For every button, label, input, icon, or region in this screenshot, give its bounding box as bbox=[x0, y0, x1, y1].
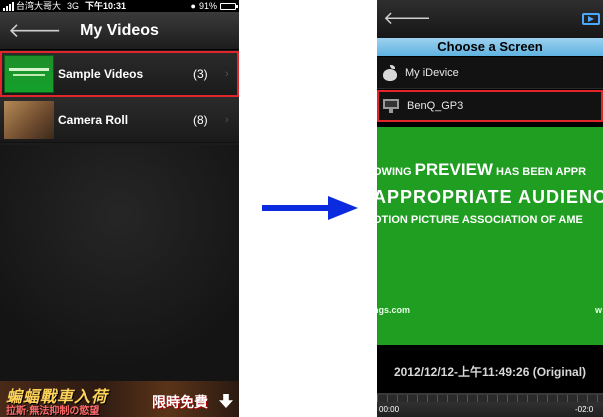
video-folder-list: Sample Videos (3) › Camera Roll (8) › bbox=[0, 51, 239, 143]
battery-percent: 91% bbox=[198, 1, 217, 11]
clock: 下午10:31 bbox=[85, 1, 127, 11]
video-text-line-3: OTION PICTURE ASSOCIATION OF AME bbox=[377, 214, 583, 226]
network-type: 3G bbox=[67, 1, 80, 11]
folder-label: Sample Videos bbox=[58, 66, 144, 81]
battery-icon bbox=[220, 2, 238, 10]
device-label: My iDevice bbox=[405, 66, 459, 79]
apple-icon bbox=[383, 64, 397, 81]
transition-arrow-icon bbox=[262, 196, 358, 220]
right-phone-screen: 🡐 Choose a Screen My iDevice BenQ_GP3 OW… bbox=[377, 0, 603, 417]
choose-screen-header: Choose a Screen bbox=[377, 38, 603, 56]
download-arrow-icon bbox=[219, 394, 233, 408]
sample-videos-thumbnail bbox=[4, 54, 54, 93]
video-text-line-1: OWING PREVIEW HAS BEEN APPR bbox=[377, 160, 587, 179]
video-frame[interactable]: OWING PREVIEW HAS BEEN APPR APPROPRIATE … bbox=[377, 127, 603, 345]
ad-subtext: 拉斯·無法抑制の慾望 bbox=[6, 406, 100, 417]
nav-bar: 🡐 My Videos bbox=[0, 12, 239, 50]
folder-row-camera-roll[interactable]: Camera Roll (8) › bbox=[0, 97, 239, 143]
status-bar: 台湾大哥大 3G 下午10:31 ● 91% bbox=[0, 0, 239, 12]
monitor-icon bbox=[383, 99, 399, 113]
video-link-right: w bbox=[595, 305, 603, 315]
folder-count: (3) bbox=[193, 66, 208, 81]
page-title: My Videos bbox=[80, 22, 159, 39]
elapsed-time: 00:00 bbox=[379, 405, 400, 414]
remaining-time: -02:0 bbox=[575, 405, 594, 414]
carrier-name: 台湾大哥大 bbox=[16, 1, 62, 11]
device-row-my-idevice[interactable]: My iDevice bbox=[377, 57, 603, 89]
folder-count: (8) bbox=[193, 112, 208, 127]
ad-cta: 限時免費 bbox=[152, 394, 208, 410]
caption-area: 2012/12/12-上午11:49:26 (Original) bbox=[377, 345, 603, 393]
chevron-right-icon: › bbox=[225, 113, 229, 126]
screen-icon[interactable] bbox=[582, 13, 600, 25]
signal-icon bbox=[3, 1, 14, 11]
scrub-track[interactable] bbox=[377, 395, 603, 402]
folder-row-sample-videos[interactable]: Sample Videos (3) › bbox=[0, 51, 239, 97]
video-text-line-2: APPROPRIATE AUDIENCES bbox=[377, 187, 603, 207]
video-link-left: ngs.com bbox=[377, 305, 411, 315]
chevron-right-icon: › bbox=[225, 67, 229, 80]
ad-banner[interactable]: 蝙蝠戰車入荷 拉斯·無法抑制の慾望 限時免費 bbox=[0, 381, 239, 417]
device-label: BenQ_GP3 bbox=[407, 100, 464, 112]
empty-background bbox=[0, 145, 239, 381]
playback-scrubber[interactable]: 00:00 -02:0 bbox=[377, 393, 603, 417]
device-row-benq[interactable]: BenQ_GP3 bbox=[377, 90, 603, 122]
back-arrow-icon[interactable]: 🡐 bbox=[383, 7, 431, 29]
camera-roll-thumbnail bbox=[4, 100, 54, 139]
video-caption: 2012/12/12-上午11:49:26 (Original) bbox=[393, 365, 587, 379]
player-nav-bar: 🡐 bbox=[377, 0, 603, 38]
folder-label: Camera Roll bbox=[58, 112, 129, 127]
left-phone-screen: 台湾大哥大 3G 下午10:31 ● 91% 🡐 My Videos Sampl… bbox=[0, 0, 239, 417]
location-icon: ● bbox=[190, 1, 196, 11]
